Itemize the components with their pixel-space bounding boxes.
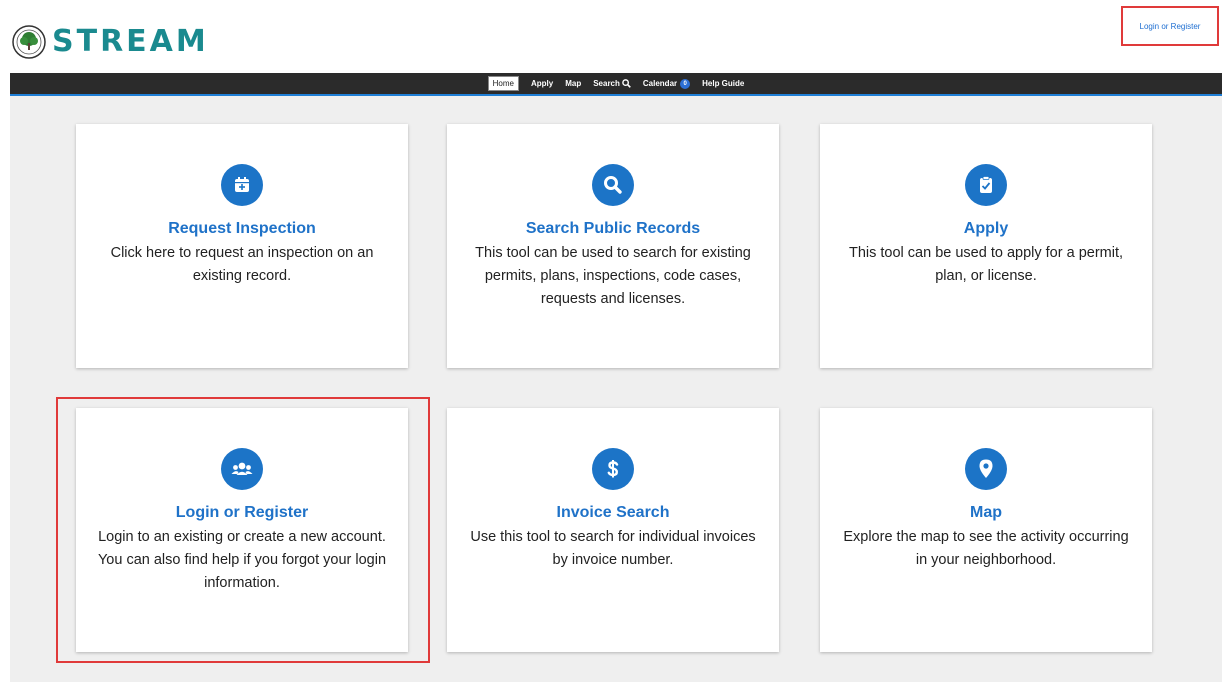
header: STREAM Login or Register bbox=[0, 0, 1222, 72]
card-description: Click here to request an inspection on a… bbox=[110, 245, 374, 284]
main-nav: Home Apply Map Search Calendar 0 Help Gu… bbox=[10, 73, 1222, 96]
main-content: Request Inspection Click here to request… bbox=[10, 96, 1222, 682]
nav-calendar-label: Calendar bbox=[642, 79, 678, 88]
users-icon bbox=[221, 448, 263, 490]
card-title: Invoice Search bbox=[556, 504, 670, 521]
card-title: Apply bbox=[963, 220, 1009, 237]
card-title: Search Public Records bbox=[525, 220, 701, 237]
nav-search[interactable]: Search bbox=[593, 79, 631, 88]
card-invoice-search[interactable]: Invoice Search Use this tool to search f… bbox=[447, 408, 779, 652]
nav-map-label: Map bbox=[565, 79, 582, 88]
card-apply[interactable]: Apply This tool can be used to apply for… bbox=[820, 124, 1152, 368]
card-description: This tool can be used to apply for a per… bbox=[848, 245, 1124, 284]
nav-search-label: Search bbox=[593, 79, 620, 88]
card-description: This tool can be used to search for exis… bbox=[475, 245, 751, 307]
nav-map[interactable]: Map bbox=[565, 79, 581, 88]
nav-calendar[interactable]: Calendar 0 bbox=[642, 78, 691, 89]
logo-text: STREAM bbox=[52, 24, 209, 59]
card-title: Login or Register bbox=[175, 504, 309, 521]
nav-apply[interactable]: Apply bbox=[531, 79, 553, 88]
card-map[interactable]: Map Explore the map to see the activity … bbox=[820, 408, 1152, 652]
nav-help-guide[interactable]: Help Guide bbox=[702, 79, 744, 88]
card-search-public-records[interactable]: Search Public Records This tool can be u… bbox=[447, 124, 779, 368]
search-icon bbox=[622, 79, 631, 88]
nav-home[interactable]: Home bbox=[487, 76, 519, 91]
card-request-inspection[interactable]: Request Inspection Click here to request… bbox=[76, 124, 408, 368]
nav-apply-label: Apply bbox=[530, 79, 554, 88]
search-icon bbox=[592, 164, 634, 206]
card-title: Request Inspection bbox=[168, 220, 316, 237]
nav-home-label: Home bbox=[492, 79, 514, 88]
logo[interactable]: STREAM bbox=[12, 24, 209, 60]
login-register-link[interactable]: Login or Register bbox=[1140, 22, 1201, 31]
login-register-highlight-box: Login or Register bbox=[1121, 6, 1219, 46]
card-title: Map bbox=[970, 504, 1002, 521]
card-login-register[interactable]: Login or Register Login to an existing o… bbox=[76, 408, 408, 652]
nav-help-guide-label: Help Guide bbox=[702, 79, 745, 88]
calendar-count-badge: 0 bbox=[680, 78, 691, 89]
dollar-icon bbox=[592, 448, 634, 490]
map-pin-icon bbox=[965, 448, 1007, 490]
city-seal-icon bbox=[12, 25, 46, 59]
calendar-plus-icon bbox=[221, 164, 263, 206]
card-description: Login to an existing or create a new acc… bbox=[97, 529, 387, 591]
card-description: Explore the map to see the activity occu… bbox=[843, 529, 1129, 568]
card-description: Use this tool to search for individual i… bbox=[470, 529, 756, 568]
clipboard-check-icon bbox=[965, 164, 1007, 206]
